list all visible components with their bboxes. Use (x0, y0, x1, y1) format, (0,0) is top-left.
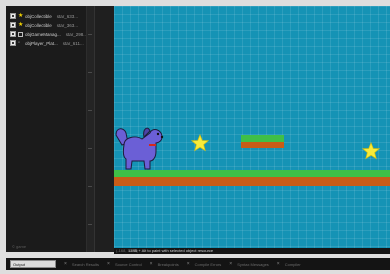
ruler-tick (88, 186, 92, 187)
tab-label: Syntax Messages (237, 261, 269, 267)
instance-row[interactable]: ★ objCollectible star_363... (10, 21, 86, 29)
instance-name: objCollectible (25, 22, 52, 28)
room-ruler (86, 6, 115, 252)
player-dog-sprite[interactable] (114, 123, 164, 173)
tab-label: Search Results (71, 261, 100, 267)
close-icon[interactable]: × (64, 261, 67, 267)
tab-label: Compile Errors (194, 261, 222, 267)
instance-row[interactable]: ◦ objPlayer_Plat... star_611... (10, 39, 86, 47)
instance-resource: star_633... (56, 13, 79, 19)
frame-icon (18, 31, 23, 37)
tab-compile-errors[interactable]: × Compile Errors (183, 260, 222, 268)
close-icon[interactable]: × (187, 261, 190, 267)
ruler-tick (88, 72, 92, 73)
player-icon: ◦ (18, 39, 21, 46)
floating-platform-grass[interactable] (241, 135, 284, 142)
visibility-checkbox[interactable] (10, 31, 16, 37)
instance-resource: star_298... (65, 31, 88, 37)
tab-label: Breakpoints (157, 261, 179, 267)
visibility-checkbox[interactable] (10, 13, 16, 19)
close-icon[interactable]: × (150, 261, 153, 267)
visibility-checkbox[interactable] (10, 22, 16, 28)
close-icon[interactable]: × (107, 261, 110, 267)
floating-platform-dirt[interactable] (241, 142, 284, 148)
tab-breakpoints[interactable]: × Breakpoints (146, 260, 179, 268)
ground-dirt[interactable] (114, 177, 390, 186)
panel-footer: © game (12, 244, 27, 249)
room-editor-canvas[interactable] (114, 6, 390, 248)
ruler-tick (88, 148, 92, 149)
tab-output[interactable]: Output (10, 260, 56, 268)
tab-syntax-messages[interactable]: × Syntax Messages (225, 260, 269, 268)
status-bar: (-168, 1573) LMB + Alt to paint with sel… (114, 248, 390, 254)
tab-search-results[interactable]: × Search Results (60, 260, 99, 268)
ruler-tick (88, 34, 92, 35)
collectible-star-icon[interactable] (191, 134, 209, 152)
tab-source-control[interactable]: × Source Control (103, 260, 142, 268)
instance-row[interactable]: ★ objCollectible star_633... (10, 12, 86, 20)
tab-compiler[interactable]: × Compiler (273, 260, 301, 268)
instance-name: objPlayer_Plat... (25, 40, 58, 46)
close-icon[interactable]: × (277, 261, 280, 267)
output-tab-bar: Output × Search Results × Source Control… (6, 258, 390, 270)
instance-resource: star_611... (62, 40, 84, 46)
ruler-tick (88, 224, 92, 225)
tab-label: Source Control (114, 261, 142, 267)
instance-name: objGameManag... (25, 31, 61, 37)
star-icon: ★ (18, 12, 24, 19)
ruler-tick (88, 110, 92, 111)
instance-resource: star_363... (56, 22, 79, 28)
visibility-checkbox[interactable] (10, 40, 16, 46)
instance-name: objCollectible (25, 13, 52, 19)
instance-row[interactable]: objGameManag... star_298... (10, 30, 88, 38)
ruler-track (87, 6, 95, 252)
tab-output-label: Output (13, 261, 26, 267)
instance-list-panel: ★ objCollectible star_633... ★ objCollec… (6, 6, 87, 252)
status-hint: LMB + Alt to paint with selected object … (129, 248, 214, 253)
tab-label: Compiler (284, 261, 301, 267)
close-icon[interactable]: × (229, 261, 232, 267)
star-icon: ★ (18, 21, 24, 28)
collectible-star-icon[interactable] (362, 142, 380, 160)
